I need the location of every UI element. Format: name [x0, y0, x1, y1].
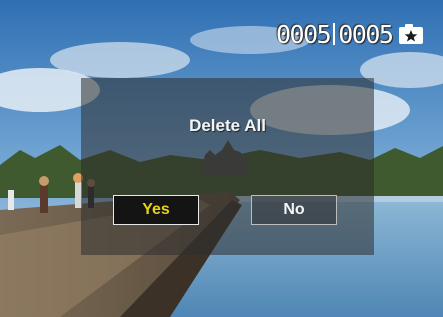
protected-star-icon [399, 24, 424, 44]
yes-button[interactable]: Yes [113, 195, 199, 225]
no-button[interactable]: No [251, 195, 337, 225]
image-counter-text: 0005 0005 [276, 19, 394, 49]
delete-all-dialog: Delete All Yes No [81, 78, 374, 255]
image-counter: 0005 0005 [276, 19, 424, 49]
dialog-title: Delete All [189, 116, 266, 135]
camera-playback-screen: 0005 0005 Delete All Yes No [0, 0, 443, 317]
